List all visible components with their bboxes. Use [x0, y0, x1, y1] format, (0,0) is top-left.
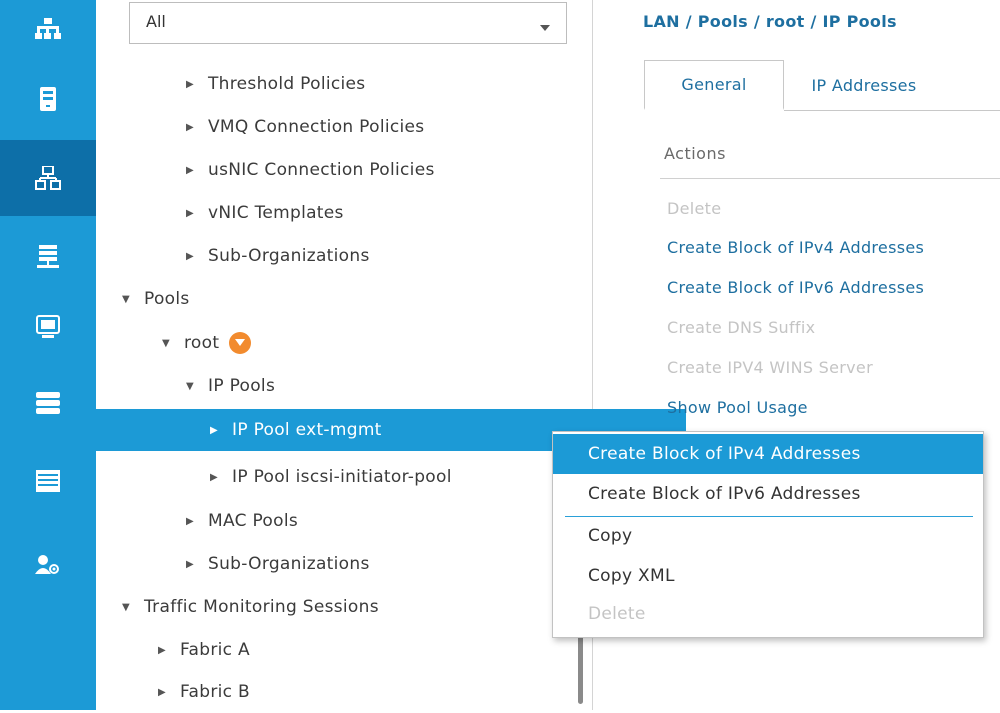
tree-item-label: usNIC Connection Policies: [208, 160, 435, 180]
rail-equipment[interactable]: [0, 0, 96, 58]
storage-icon: [36, 392, 60, 414]
context-menu: Create Block of IPv4 Addresses Create Bl…: [552, 431, 984, 638]
tree-item-label: Fabric A: [180, 640, 250, 660]
navigation-rail: [0, 0, 96, 710]
actions-divider: [660, 178, 1000, 179]
tree-item-traffic-monitoring-sessions[interactable]: ▼ Traffic Monitoring Sessions: [96, 586, 598, 628]
action-create-block-ipv6[interactable]: Create Block of IPv6 Addresses: [667, 278, 924, 297]
action-delete: Delete: [667, 199, 722, 218]
vm-icon: [36, 315, 60, 339]
tab-general[interactable]: General: [644, 60, 784, 110]
tree-item-label: MAC Pools: [208, 511, 298, 531]
menu-item-copy[interactable]: Copy: [553, 516, 983, 556]
expanded-arrow-icon: ▼: [186, 380, 194, 392]
tree-item-usnic-connection-policies[interactable]: ▶ usNIC Connection Policies: [96, 149, 662, 191]
organization-icon: [229, 332, 252, 354]
action-create-block-ipv4[interactable]: Create Block of IPv4 Addresses: [667, 238, 924, 257]
tree-item-label: Fabric B: [180, 682, 250, 702]
tab-label: IP Addresses: [811, 75, 917, 95]
lan-icon: [35, 166, 61, 190]
collapsed-arrow-icon: ▶: [186, 250, 194, 262]
tree-item-vnic-templates[interactable]: ▶ vNIC Templates: [96, 192, 662, 234]
filter-dropdown[interactable]: All: [129, 2, 567, 44]
san-icon: [37, 245, 59, 269]
chassis-icon: [36, 470, 60, 492]
tree-item-root[interactable]: ▼ root: [96, 322, 638, 364]
tree-item-pools[interactable]: ▼ Pools: [96, 278, 598, 320]
collapsed-arrow-icon: ▶: [186, 515, 194, 527]
rail-vm[interactable]: [0, 296, 96, 358]
actions-heading: Actions: [664, 144, 726, 163]
tree-item-label: VMQ Connection Policies: [208, 117, 425, 137]
expanded-arrow-icon: ▼: [162, 337, 170, 349]
tab-divider: [784, 110, 1000, 111]
tab-label: General: [681, 75, 747, 94]
rail-servers[interactable]: [0, 68, 96, 130]
tree-item-label: Pools: [144, 289, 190, 309]
chevron-down-icon: [540, 25, 550, 31]
tree-item-threshold-policies[interactable]: ▶ Threshold Policies: [96, 63, 662, 105]
tree-item-label: vNIC Templates: [208, 203, 344, 223]
expanded-arrow-icon: ▼: [122, 293, 130, 305]
menu-item-create-block-ipv6[interactable]: Create Block of IPv6 Addresses: [553, 474, 983, 514]
collapsed-arrow-icon: ▶: [210, 424, 218, 436]
rail-admin[interactable]: [0, 534, 96, 596]
collapsed-arrow-icon: ▶: [158, 644, 166, 656]
tree-item-label: IP Pool ext-mgmt: [232, 420, 382, 440]
filter-value: All: [146, 12, 166, 31]
collapsed-arrow-icon: ▶: [186, 121, 194, 133]
collapsed-arrow-icon: ▶: [186, 164, 194, 176]
tree-item-fabric-b[interactable]: ▶ Fabric B: [96, 671, 634, 713]
tree-item-label: Sub-Organizations: [208, 554, 370, 574]
expanded-arrow-icon: ▼: [122, 601, 130, 613]
admin-icon: [35, 554, 61, 576]
action-show-pool-usage[interactable]: Show Pool Usage: [667, 398, 808, 417]
collapsed-arrow-icon: ▶: [186, 207, 194, 219]
tree-item-label: Sub-Organizations: [208, 246, 370, 266]
equipment-icon: [35, 18, 61, 40]
action-create-dns-suffix: Create DNS Suffix: [667, 318, 816, 337]
collapsed-arrow-icon: ▶: [210, 471, 218, 483]
rail-chassis[interactable]: [0, 450, 96, 512]
servers-icon: [40, 87, 56, 111]
collapsed-arrow-icon: ▶: [158, 686, 166, 698]
rail-lan[interactable]: [0, 140, 96, 216]
tree-item-label: Threshold Policies: [208, 74, 366, 94]
menu-item-create-block-ipv4[interactable]: Create Block of IPv4 Addresses: [553, 434, 983, 474]
collapsed-arrow-icon: ▶: [186, 78, 194, 90]
tab-bar: General IP Addresses: [644, 60, 1000, 112]
tree-item-label: IP Pool iscsi-initiator-pool: [232, 467, 452, 487]
menu-item-delete: Delete: [588, 604, 646, 624]
tree-item-vmq-connection-policies[interactable]: ▶ VMQ Connection Policies: [96, 106, 662, 148]
navigation-pane: All ▶ Threshold Policies ▶ VMQ Connectio…: [96, 0, 686, 710]
tree-item-ip-pools[interactable]: ▼ IP Pools: [96, 365, 662, 407]
action-create-ipv4-wins-server: Create IPV4 WINS Server: [667, 358, 873, 377]
tab-ip-addresses[interactable]: IP Addresses: [784, 60, 944, 110]
tree-item-label: IP Pools: [208, 376, 276, 396]
menu-item-copy-xml[interactable]: Copy XML: [553, 556, 983, 596]
tree-item-label: Traffic Monitoring Sessions: [144, 597, 379, 617]
rail-san[interactable]: [0, 226, 96, 288]
rail-storage[interactable]: [0, 372, 96, 434]
collapsed-arrow-icon: ▶: [186, 558, 194, 570]
tree-item-label: root: [184, 333, 220, 353]
breadcrumb[interactable]: LAN / Pools / root / IP Pools: [643, 12, 897, 31]
tree-item-sub-organizations[interactable]: ▶ Sub-Organizations: [96, 235, 662, 277]
